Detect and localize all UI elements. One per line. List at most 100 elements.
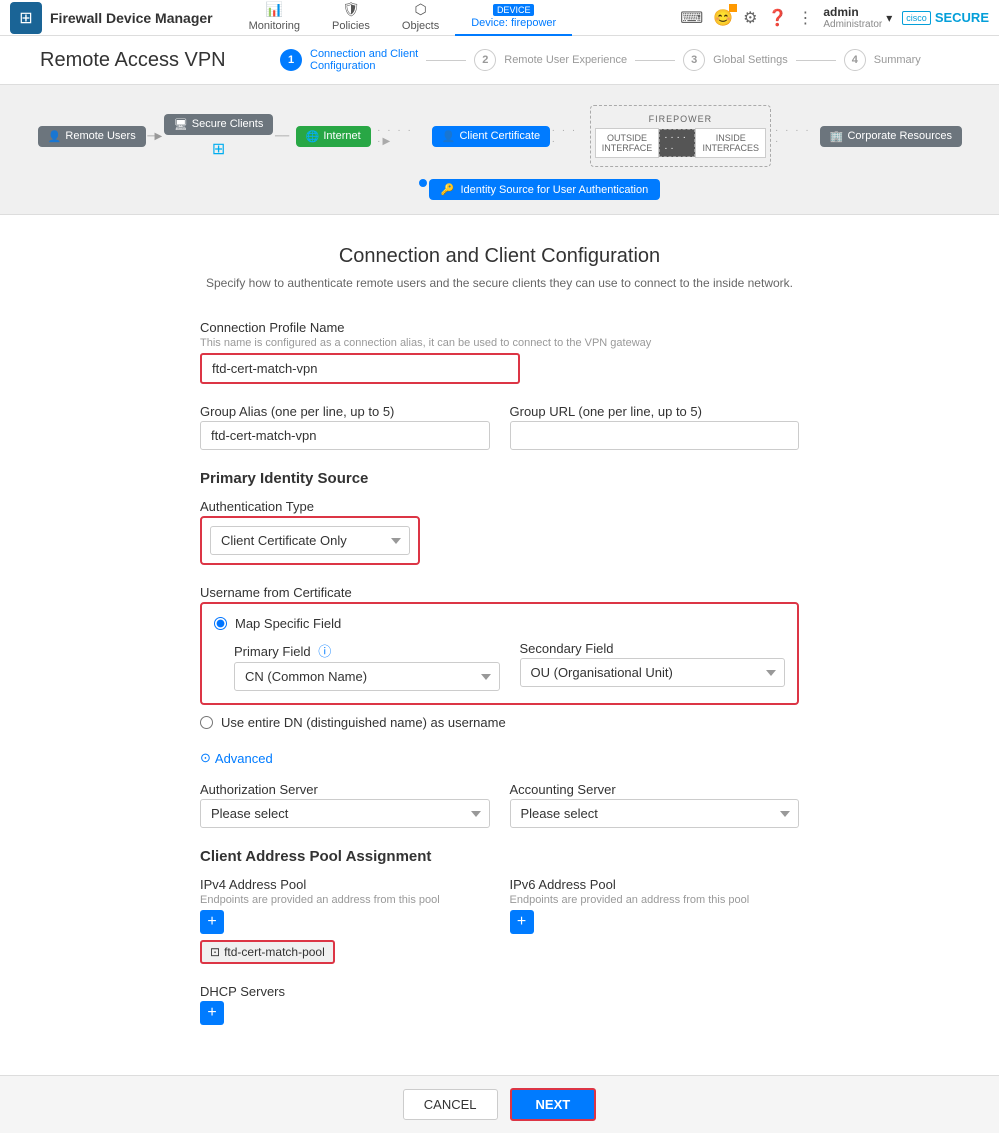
user-name: admin: [823, 5, 882, 19]
firepower-block: FIREPOWER OUTSIDE INTERFACE · · · · · · …: [590, 105, 771, 167]
use-entire-dn-radio-group: Use entire DN (distinguished name) as us…: [200, 715, 799, 730]
cancel-button[interactable]: CANCEL: [403, 1089, 498, 1120]
group-alias-col: Group Alias (one per line, up to 5): [200, 404, 490, 450]
primary-identity-title: Primary Identity Source: [200, 470, 799, 487]
terminal-icon[interactable]: ⌨: [680, 8, 703, 28]
step-divider-2: [635, 60, 675, 61]
more-icon[interactable]: ⋮: [797, 8, 813, 28]
policies-icon: 🛡: [342, 1, 360, 18]
group-url-input[interactable]: [510, 421, 800, 450]
secondary-field-label: Secondary Field: [520, 641, 786, 656]
inside-sublabel: INTERFACES: [702, 143, 759, 153]
wizard-step-2[interactable]: 2 Remote User Experience: [474, 49, 627, 71]
primary-field-select[interactable]: CN (Common Name) DN UID E (Email): [234, 662, 500, 691]
secure-clients-icon: 🖥: [174, 118, 188, 131]
identity-box: 🔑 Identity Source for User Authenticatio…: [429, 179, 660, 200]
use-entire-dn-label[interactable]: Use entire DN (distinguished name) as us…: [200, 715, 799, 730]
internet-box: 🌐 Internet: [296, 126, 371, 147]
auth-server-label: Authorization Server: [200, 782, 490, 797]
auth-type-select[interactable]: Client Certificate Only AAA Only AAA and…: [210, 526, 410, 555]
primary-field-info[interactable]: ⓘ: [318, 644, 331, 659]
group-url-label: Group URL (one per line, up to 5): [510, 404, 800, 419]
diagram-corporate: 🏢 Corporate Resources: [823, 126, 959, 147]
advanced-section: ⊙ Advanced: [200, 750, 799, 766]
ipv4-add-button[interactable]: +: [200, 910, 224, 934]
auth-server-select[interactable]: Please select: [200, 799, 490, 828]
next-button[interactable]: NEXT: [510, 1088, 597, 1121]
device-tag: DEVICE: [493, 4, 535, 16]
auth-type-label: Authentication Type: [200, 499, 420, 514]
top-navigation: ⊞ Firewall Device Manager 📊 Monitoring 🛡…: [0, 0, 999, 36]
diagram-remote-users: 👤 Remote Users: [40, 126, 143, 147]
group-alias-url-row: Group Alias (one per line, up to 5) Grou…: [200, 404, 799, 450]
ipv4-sublabel: Endpoints are provided an address from t…: [200, 894, 490, 906]
step-label-4: Summary: [874, 54, 921, 66]
question-icon[interactable]: ❓: [767, 8, 787, 28]
secure-clients-box: 🖥 Secure Clients: [164, 114, 274, 135]
dhcp-servers-group: DHCP Servers +: [200, 984, 799, 1025]
username-from-cert-label: Username from Certificate: [200, 585, 799, 600]
connector-2: ──: [275, 131, 289, 142]
nav-items: 📊 Monitoring 🛡 Policies ⬡ Objects DEVICE…: [233, 0, 680, 36]
remote-users-icon: 👤: [48, 130, 62, 143]
logo-icon: ⊞: [10, 2, 42, 34]
connection-profile-group: Connection Profile Name This name is con…: [200, 320, 799, 384]
nav-right: ⌨ 😊 ⚙ ❓ ⋮ admin Administrator ▾ cisco SE…: [680, 5, 989, 30]
client-address-pool-group: Client Address Pool Assignment IPv4 Addr…: [200, 848, 799, 964]
nav-device[interactable]: DEVICE Device: firepower: [455, 0, 572, 36]
objects-label: Objects: [402, 20, 439, 32]
monitoring-icon: 📊: [266, 1, 283, 18]
dhcp-add-button[interactable]: +: [200, 1001, 224, 1025]
ipv4-ipv6-row: IPv4 Address Pool Endpoints are provided…: [200, 877, 799, 964]
map-specific-radio-label[interactable]: Map Specific Field: [214, 616, 785, 631]
windows-icon: ⊞: [212, 139, 225, 159]
user-info: admin Administrator ▾: [823, 5, 892, 30]
wizard-step-4[interactable]: 4 Summary: [844, 49, 921, 71]
nav-objects[interactable]: ⬡ Objects: [386, 0, 455, 36]
wizard-step-1[interactable]: 1 Connection and ClientConfiguration: [280, 48, 418, 72]
nav-monitoring[interactable]: 📊 Monitoring: [233, 0, 316, 36]
notifications-icon[interactable]: 😊: [713, 8, 733, 28]
wizard-steps: 1 Connection and ClientConfiguration 2 R…: [280, 48, 959, 72]
step-divider-1: [426, 60, 466, 61]
ipv6-col: IPv6 Address Pool Endpoints are provided…: [510, 877, 800, 964]
identity-icon: 🔑: [441, 183, 455, 196]
connection-profile-input[interactable]: [200, 353, 520, 384]
auth-accounting-row: Authorization Server Please select Accou…: [200, 782, 799, 828]
diagram-identity-row: 🔑 Identity Source for User Authenticatio…: [120, 179, 959, 200]
primary-identity-source-group: Primary Identity Source Authentication T…: [200, 470, 799, 565]
secondary-field-select[interactable]: OU (Organisational Unit) CN (Common Name…: [520, 658, 786, 687]
wizard-step-3[interactable]: 3 Global Settings: [683, 49, 788, 71]
step-circle-4: 4: [844, 49, 866, 71]
firepower-interfaces: OUTSIDE INTERFACE · · · · · · INSIDE INT…: [595, 128, 766, 158]
form-section-title: Connection and Client Configuration: [200, 245, 799, 268]
step-circle-3: 3: [683, 49, 705, 71]
accounting-server-col: Accounting Server Please select: [510, 782, 800, 828]
step-label-1: Connection and ClientConfiguration: [310, 48, 418, 72]
primary-field-col: Primary Field ⓘ CN (Common Name) DN UID …: [234, 641, 500, 691]
identity-dot: [419, 179, 427, 187]
firepower-label: FIREPOWER: [649, 114, 713, 124]
map-specific-radio[interactable]: [214, 617, 227, 630]
secure-clients-label: Secure Clients: [192, 118, 264, 130]
ipv6-add-button[interactable]: +: [510, 910, 534, 934]
ipv4-label: IPv4 Address Pool: [200, 877, 490, 892]
diagram-internet: 🌐 Internet: [293, 126, 373, 147]
username-from-cert-group: Username from Certificate Map Specific F…: [200, 585, 799, 730]
client-cert-icon: 👤: [442, 130, 456, 143]
nav-policies[interactable]: 🛡 Policies: [316, 0, 386, 36]
ipv4-col: IPv4 Address Pool Endpoints are provided…: [200, 877, 490, 964]
connection-profile-sublabel: This name is configured as a connection …: [200, 337, 799, 349]
internet-label: Internet: [323, 130, 360, 142]
monitoring-label: Monitoring: [249, 20, 300, 32]
use-entire-dn-radio[interactable]: [200, 716, 213, 729]
help-icon[interactable]: ⚙: [743, 8, 757, 28]
ipv6-sublabel: Endpoints are provided an address from t…: [510, 894, 800, 906]
accounting-server-select[interactable]: Please select: [510, 799, 800, 828]
user-dropdown-icon[interactable]: ▾: [886, 11, 892, 25]
auth-server-col: Authorization Server Please select: [200, 782, 490, 828]
group-alias-input[interactable]: [200, 421, 490, 450]
advanced-link[interactable]: ⊙ Advanced: [200, 750, 799, 766]
interface-dots: · · · · · ·: [664, 132, 690, 154]
page-title: Remote Access VPN: [40, 49, 240, 72]
